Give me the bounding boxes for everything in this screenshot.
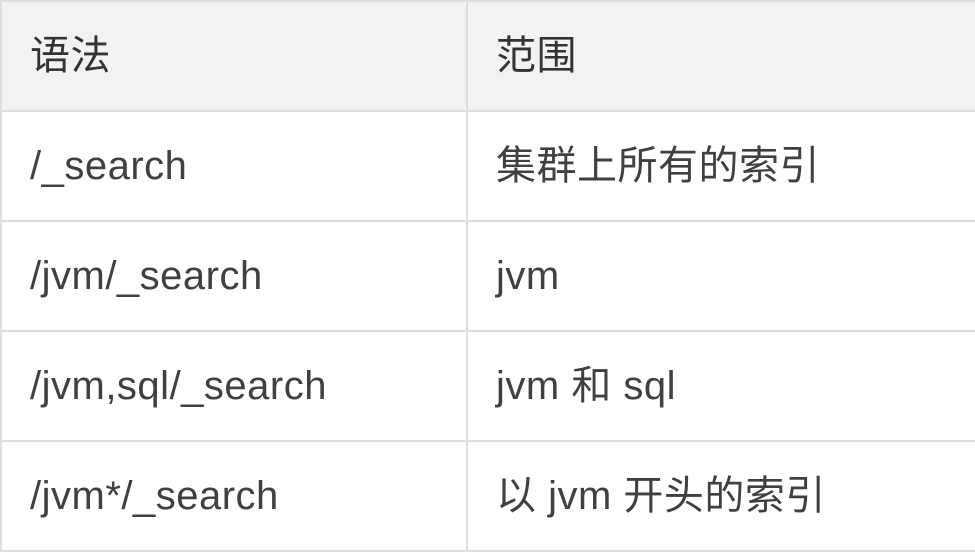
cell-scope: 集群上所有的索引 <box>467 111 975 221</box>
table-header-row: 语法 范围 <box>1 1 975 111</box>
cell-syntax: /jvm/_search <box>1 221 467 331</box>
cell-syntax: /_search <box>1 111 467 221</box>
syntax-scope-table: 语法 范围 /_search 集群上所有的索引 /jvm/_search jvm… <box>0 0 975 552</box>
cell-syntax: /jvm*/_search <box>1 441 467 551</box>
col-header-scope: 范围 <box>467 1 975 111</box>
cell-syntax: /jvm,sql/_search <box>1 331 467 441</box>
col-header-syntax: 语法 <box>1 1 467 111</box>
table-row: /jvm*/_search 以 jvm 开头的索引 <box>1 441 975 551</box>
cell-scope: 以 jvm 开头的索引 <box>467 441 975 551</box>
cell-scope: jvm <box>467 221 975 331</box>
table-row: /jvm/_search jvm <box>1 221 975 331</box>
cell-scope: jvm 和 sql <box>467 331 975 441</box>
table-row: /jvm,sql/_search jvm 和 sql <box>1 331 975 441</box>
table-row: /_search 集群上所有的索引 <box>1 111 975 221</box>
